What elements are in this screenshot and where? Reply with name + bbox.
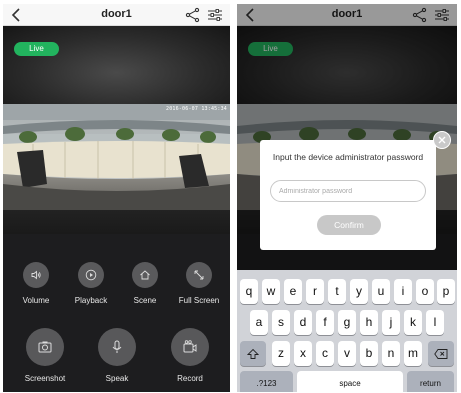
key[interactable]: u (372, 279, 390, 304)
volume-label: Volume (22, 296, 50, 305)
video-player[interactable]: Live 2016-06-07 13:45:34 (3, 26, 230, 234)
timestamp-overlay: 2016-06-07 13:45:34 (166, 106, 227, 112)
volume-button-circle[interactable] (23, 262, 49, 288)
record-button[interactable]: Record (160, 328, 220, 383)
scene-button[interactable]: Scene (115, 262, 175, 305)
keyboard-row-4: .?123 space return (237, 371, 457, 392)
volume-icon (31, 270, 41, 280)
password-input[interactable] (270, 180, 426, 202)
password-screen: door1 Live Input the device administrato… (237, 4, 457, 392)
key[interactable]: d (294, 310, 312, 335)
key[interactable]: t (328, 279, 346, 304)
key[interactable]: z (272, 341, 290, 366)
key[interactable]: x (294, 341, 312, 366)
space-key[interactable]: space (297, 371, 403, 392)
key[interactable]: c (316, 341, 334, 366)
share-icon[interactable] (185, 7, 200, 23)
control-panel: Volume Playback Scene Full Screen Screen… (3, 234, 230, 392)
key[interactable]: q (240, 279, 258, 304)
video-blur-bottom (3, 210, 230, 234)
key[interactable]: w (262, 279, 280, 304)
close-icon (438, 136, 446, 144)
full-screen-label: Full Screen (178, 296, 220, 305)
key[interactable]: l (426, 310, 444, 335)
shift-icon (247, 348, 259, 359)
playback-icon (85, 269, 97, 281)
playback-button[interactable]: Playback (61, 262, 121, 305)
full-screen-button[interactable]: Full Screen (169, 262, 229, 305)
key[interactable]: e (284, 279, 302, 304)
key[interactable]: g (338, 310, 356, 335)
key[interactable]: k (404, 310, 422, 335)
key[interactable]: m (404, 341, 422, 366)
backspace-icon (434, 348, 448, 359)
key[interactable]: i (394, 279, 412, 304)
record-camera-icon (183, 340, 197, 353)
live-view-screen: door1 Live 2016-06-07 13:45:34 Volume Pl… (3, 4, 230, 392)
key[interactable]: s (272, 310, 290, 335)
password-dialog: Input the device administrator password … (260, 140, 436, 250)
playback-button-circle[interactable] (78, 262, 104, 288)
scene-icon (140, 270, 150, 280)
shift-key[interactable] (240, 341, 266, 366)
record-button-circle[interactable] (171, 328, 209, 366)
dialog-close-button[interactable] (433, 131, 451, 149)
key[interactable]: h (360, 310, 378, 335)
key[interactable]: o (416, 279, 434, 304)
speak-button[interactable]: Speak (87, 328, 147, 383)
record-label: Record (177, 374, 203, 383)
camera-feed: 2016-06-07 13:45:34 (3, 104, 230, 210)
screenshot-label: Screenshot (24, 374, 66, 383)
on-screen-keyboard: q w e r t y u i o p a s d f g h j k l z (237, 270, 457, 392)
return-key[interactable]: return (407, 371, 454, 392)
key[interactable]: y (350, 279, 368, 304)
key[interactable]: v (338, 341, 356, 366)
key[interactable]: p (437, 279, 455, 304)
keyboard-row-2: a s d f g h j k l (237, 310, 457, 335)
confirm-button[interactable]: Confirm (317, 215, 381, 235)
camera-scene-image (3, 104, 230, 210)
numbers-key[interactable]: .?123 (240, 371, 293, 392)
microphone-icon (112, 340, 122, 353)
nav-bar: door1 (3, 4, 230, 26)
scene-button-circle[interactable] (132, 262, 158, 288)
speak-label: Speak (105, 374, 129, 383)
full-screen-button-circle[interactable] (186, 262, 212, 288)
speak-button-circle[interactable] (98, 328, 136, 366)
key[interactable]: b (360, 341, 378, 366)
screenshot-icon (38, 341, 52, 353)
scene-label: Scene (133, 296, 157, 305)
keyboard-row-3: z x c v b n m (237, 341, 457, 366)
key[interactable]: a (250, 310, 268, 335)
screenshot-button-circle[interactable] (26, 328, 64, 366)
dialog-title: Input the device administrator password (272, 152, 424, 162)
backspace-key[interactable] (428, 341, 454, 366)
screenshot-button[interactable]: Screenshot (15, 328, 75, 383)
live-badge: Live (14, 42, 59, 56)
video-blur-top (3, 26, 230, 104)
key[interactable]: r (306, 279, 324, 304)
key[interactable]: j (382, 310, 400, 335)
playback-label: Playback (74, 296, 108, 305)
settings-sliders-icon[interactable] (207, 7, 223, 23)
key[interactable]: n (382, 341, 400, 366)
key[interactable]: f (316, 310, 334, 335)
fullscreen-icon (194, 270, 204, 280)
volume-button[interactable]: Volume (6, 262, 66, 305)
keyboard-row-1: q w e r t y u i o p (237, 279, 457, 304)
